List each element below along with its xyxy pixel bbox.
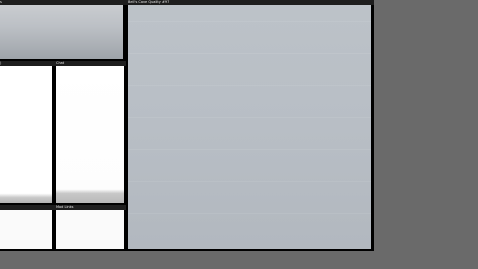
mod-links-content[interactable] <box>56 210 124 249</box>
mod-links-panel: Mod Links <box>54 205 126 251</box>
gradient-band <box>128 181 371 182</box>
bottom-left-panel <box>0 205 54 251</box>
gradient-band <box>128 213 371 214</box>
desktop-bottom-strip <box>0 251 478 269</box>
gradient-band <box>128 117 371 118</box>
panel-content[interactable] <box>0 66 52 203</box>
panel-content[interactable] <box>0 210 52 249</box>
gradient-band <box>128 149 371 150</box>
top-left-panel: s <box>0 0 126 61</box>
main-view-content[interactable] <box>128 5 371 249</box>
main-view-panel: Bell's Cave Quality #97 <box>126 0 374 251</box>
gradient-band <box>128 53 371 54</box>
left-middle-panel: ) <box>0 61 54 205</box>
chat-content[interactable] <box>56 66 124 203</box>
gradient-band <box>128 21 371 22</box>
gradient-band <box>128 85 371 86</box>
chat-panel: Chat <box>54 61 126 205</box>
panel-content[interactable] <box>0 5 123 59</box>
